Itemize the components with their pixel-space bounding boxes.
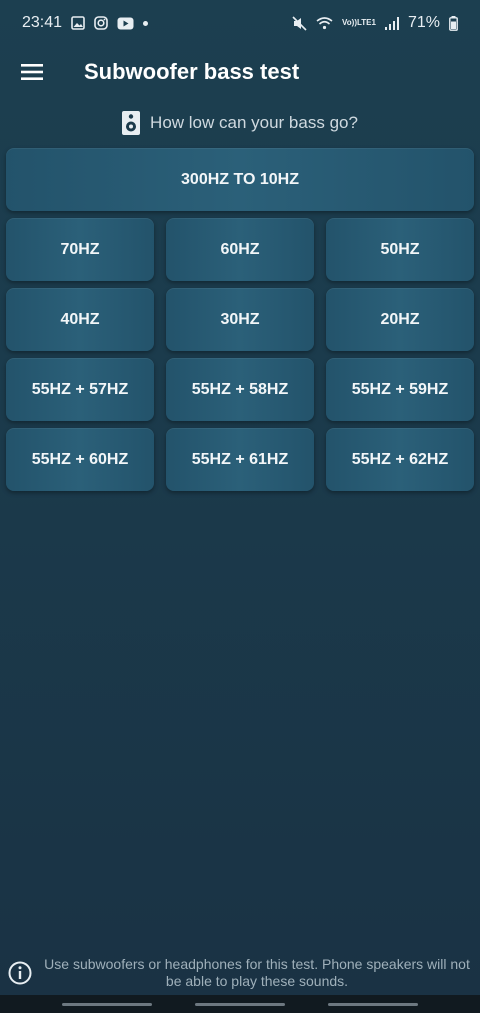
info-icon[interactable] <box>0 961 42 985</box>
tone-button-30hz[interactable]: 30HZ <box>166 288 314 351</box>
subtitle-text: How low can your bass go? <box>150 113 358 132</box>
tone-button-grid: 300HZ TO 10HZ 70HZ 60HZ 50HZ 40HZ 30HZ 2… <box>6 148 474 498</box>
battery-icon <box>449 15 458 31</box>
nav-back-handle[interactable] <box>328 1002 419 1006</box>
page-title: Subwoofer bass test <box>84 59 300 84</box>
speaker-icon <box>122 111 141 135</box>
network-type-label: Vo)) LTE1 <box>342 18 376 27</box>
system-nav-bar <box>0 995 480 1013</box>
status-bar: 23:41 Vo)) LTE1 71% <box>0 0 480 46</box>
gallery-icon <box>71 16 85 30</box>
footer-text: Use subwoofers or headphones for this te… <box>44 956 470 989</box>
mute-icon <box>292 15 307 31</box>
youtube-icon <box>117 17 134 30</box>
tone-button-55-62hz[interactable]: 55HZ + 62HZ <box>326 428 474 491</box>
tone-button-70hz[interactable]: 70HZ <box>6 218 154 281</box>
status-right: Vo)) LTE1 71% <box>292 14 458 32</box>
status-time: 23:41 <box>22 14 63 31</box>
button-row: 70HZ 60HZ 50HZ <box>6 218 474 281</box>
tone-button-20hz[interactable]: 20HZ <box>326 288 474 351</box>
tone-button-60hz[interactable]: 60HZ <box>166 218 314 281</box>
button-row: 55HZ + 57HZ 55HZ + 58HZ 55HZ + 59HZ <box>6 358 474 421</box>
tone-button-40hz[interactable]: 40HZ <box>6 288 154 351</box>
notification-dot <box>143 20 149 26</box>
nav-home-handle[interactable] <box>194 1002 285 1006</box>
battery-percent: 71% <box>407 14 440 31</box>
tone-button-55-60hz[interactable]: 55HZ + 60HZ <box>6 428 154 491</box>
tone-button-55-61hz[interactable]: 55HZ + 61HZ <box>166 428 314 491</box>
tone-button-50hz[interactable]: 50HZ <box>326 218 474 281</box>
app-bar: Subwoofer bass test <box>0 46 480 98</box>
wifi-icon <box>316 16 333 30</box>
subtitle: How low can your bass go? <box>0 108 480 138</box>
tone-button-55-59hz[interactable]: 55HZ + 59HZ <box>326 358 474 421</box>
signal-icon <box>384 16 399 30</box>
instagram-icon <box>94 16 108 30</box>
hamburger-menu-icon[interactable] <box>0 46 64 98</box>
tone-button-55-57hz[interactable]: 55HZ + 57HZ <box>6 358 154 421</box>
sweep-button[interactable]: 300HZ TO 10HZ <box>6 148 474 211</box>
tone-button-55-58hz[interactable]: 55HZ + 58HZ <box>166 358 314 421</box>
footer-notice: Use subwoofers or headphones for this te… <box>0 954 480 992</box>
button-row: 40HZ 30HZ 20HZ <box>6 288 474 351</box>
nav-recents-handle[interactable] <box>61 1002 152 1006</box>
button-row: 55HZ + 60HZ 55HZ + 61HZ 55HZ + 62HZ <box>6 428 474 491</box>
status-left: 23:41 <box>22 14 149 32</box>
